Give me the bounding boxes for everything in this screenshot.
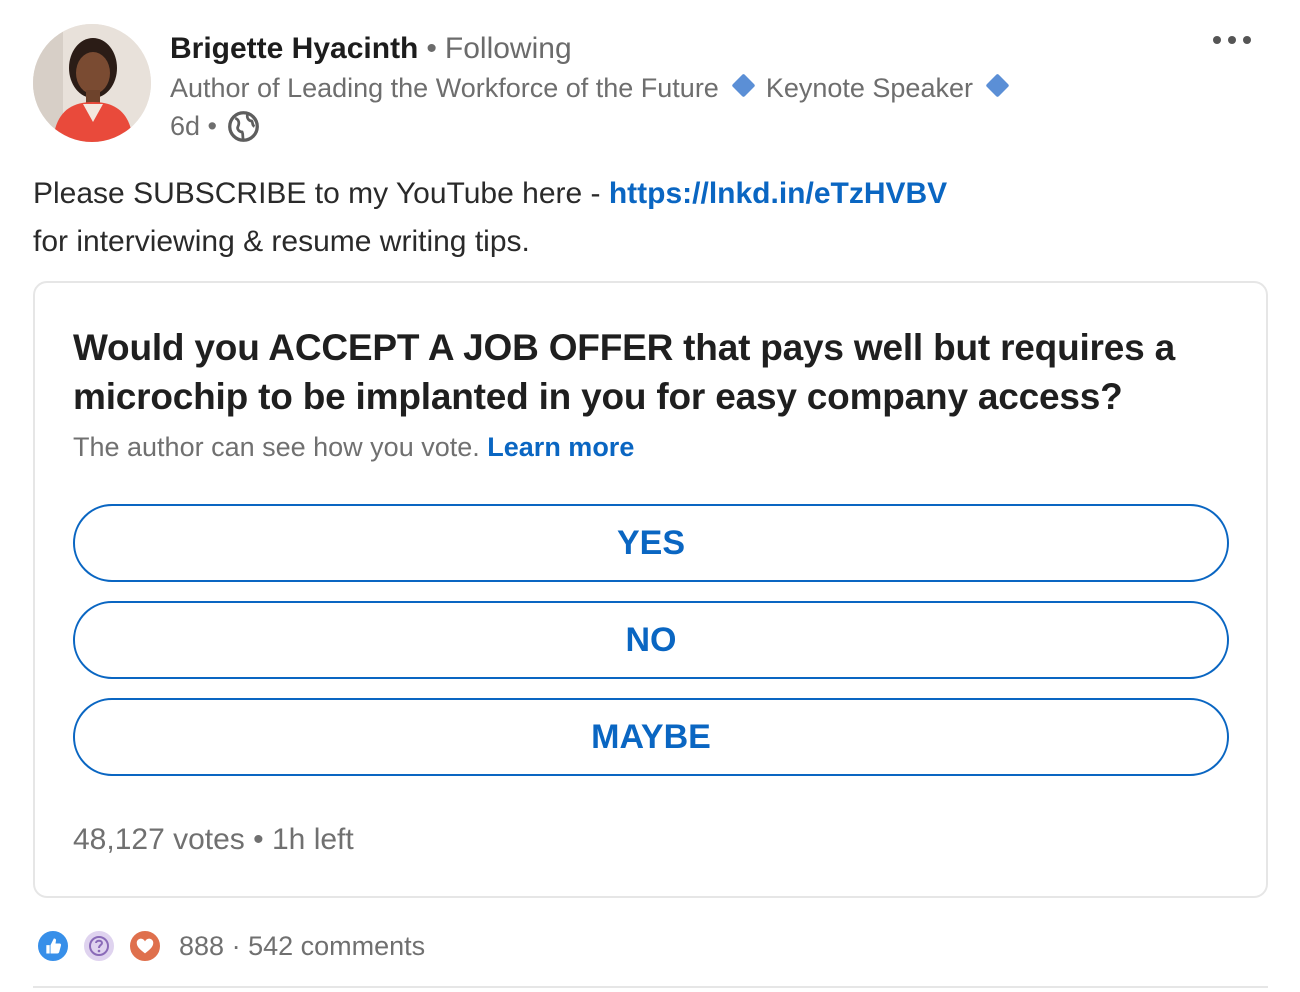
diamond-icon — [731, 73, 756, 98]
poll-option-yes[interactable]: YES — [73, 504, 1229, 582]
social-counts: 888 · 542 comments — [35, 926, 425, 966]
stats-separator: • — [253, 823, 272, 856]
visibility-text: The author can see how you vote. — [73, 432, 480, 462]
vote-count: 48,127 votes — [73, 823, 245, 856]
poll-question: Would you ACCEPT A JOB OFFER that pays w… — [73, 327, 1175, 417]
author-avatar[interactable] — [33, 24, 151, 142]
more-options-button[interactable] — [1213, 36, 1251, 44]
poll-option-no[interactable]: NO — [73, 601, 1229, 679]
globe-icon — [228, 110, 259, 142]
youtube-link[interactable]: https://lnkd.in/eTzHVBV — [609, 177, 947, 210]
comments-count[interactable]: 542 comments — [248, 931, 425, 961]
post-text-tail: for interviewing & resume writing tips. — [33, 225, 530, 258]
post-text-intro: Please SUBSCRIBE to my YouTube here - — [33, 177, 609, 210]
author-headline: Author of Leading the Workforce of the F… — [170, 70, 1020, 106]
author-name[interactable]: Brigette Hyacinth — [170, 32, 418, 65]
reactions-count[interactable]: 888 — [179, 931, 224, 961]
ellipsis-icon — [1228, 36, 1236, 44]
headline-part-1: Author of Leading the Workforce of the F… — [170, 73, 719, 103]
post-time: 6d • — [170, 111, 217, 141]
name-separator: • — [426, 32, 437, 65]
diamond-icon — [985, 73, 1010, 98]
counts-separator: · — [231, 930, 249, 961]
poll-stats: 48,127 votes • 1h left — [73, 820, 354, 860]
ellipsis-icon — [1243, 36, 1251, 44]
divider — [33, 986, 1268, 988]
learn-more-link[interactable]: Learn more — [487, 432, 634, 462]
poll-visibility-note: The author can see how you vote. Learn m… — [73, 429, 634, 465]
love-icon — [127, 928, 163, 964]
ellipsis-icon — [1213, 36, 1221, 44]
follow-status: Following — [444, 32, 572, 65]
headline-part-2: Keynote Speaker — [765, 73, 973, 103]
curious-icon — [81, 928, 117, 964]
post-header: Brigette Hyacinth • Following Author of Le… — [33, 24, 1273, 144]
time-left: 1h left — [271, 823, 354, 856]
poll-card: Would you ACCEPT A JOB OFFER that pays w… — [33, 281, 1268, 898]
post-body: Please SUBSCRIBE to my YouTube here - ht… — [33, 170, 1263, 266]
poll-option-maybe[interactable]: MAYBE — [73, 698, 1229, 776]
like-icon — [35, 928, 71, 964]
